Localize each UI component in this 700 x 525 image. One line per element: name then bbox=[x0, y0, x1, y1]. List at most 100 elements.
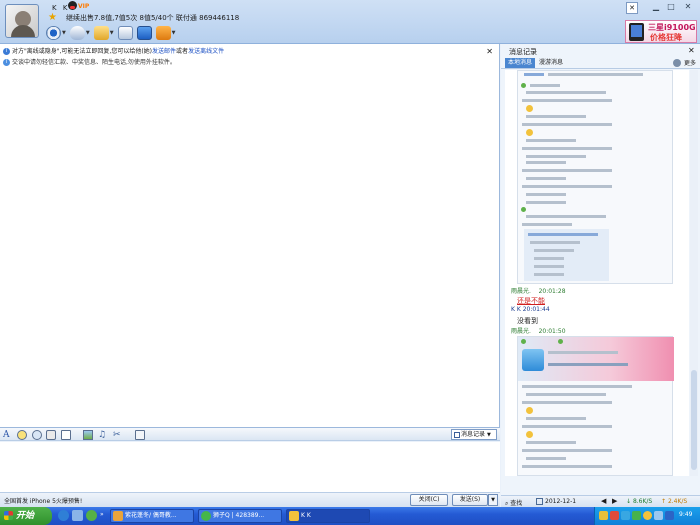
input-toolbar: A ♫ ✂ 消息记录 ▼ bbox=[0, 427, 500, 441]
history-message: 还是不能 bbox=[517, 297, 545, 305]
bottom-bar: 全国首发 iPhone 5火爆预售! 关闭(C) 发送(S) ▼ bbox=[0, 492, 500, 507]
send-options-icon[interactable]: ▼ bbox=[488, 494, 498, 506]
quicklaunch-more-icon[interactable]: » bbox=[100, 511, 104, 518]
start-button[interactable]: 开始 bbox=[0, 507, 52, 525]
close-button[interactable]: 关闭(C) bbox=[410, 494, 448, 506]
calendar-icon bbox=[536, 498, 543, 505]
folder-icon bbox=[113, 511, 123, 521]
handwriting-icon[interactable] bbox=[61, 430, 71, 440]
contact-avatar[interactable] bbox=[5, 4, 39, 38]
gear-icon[interactable] bbox=[673, 59, 681, 67]
show-desktop-icon[interactable] bbox=[72, 510, 83, 521]
app-box-button[interactable]: ▼ bbox=[155, 24, 175, 42]
chat-toolbar: ▼ ▼ ▼ ▼ bbox=[46, 24, 175, 42]
qq-chat-window: K K VIP ★ 继续出售7.8值,7值5次 8值5/40个 联付通 8694… bbox=[0, 0, 700, 507]
send-offline-file-link[interactable]: 发送离线文件 bbox=[188, 48, 224, 55]
maximize-icon[interactable]: □ bbox=[665, 2, 677, 13]
history-image[interactable] bbox=[517, 336, 674, 476]
more-icon[interactable] bbox=[135, 430, 145, 440]
info-icon: i bbox=[3, 48, 10, 55]
remote-assist-button[interactable] bbox=[117, 24, 133, 42]
browser-icon[interactable] bbox=[86, 510, 97, 521]
voice-icon bbox=[69, 26, 85, 40]
history-image[interactable] bbox=[517, 70, 673, 284]
windows-taskbar: 开始 » 紫花蓬冬/ 偶哥教... 狮子Q | 428389... K K 9:… bbox=[0, 507, 700, 525]
send-button[interactable]: 发送(S) bbox=[452, 494, 488, 506]
message-input[interactable] bbox=[0, 442, 500, 492]
history-button-label: 消息记录 bbox=[461, 431, 486, 438]
system-tray: 9:49 bbox=[594, 507, 700, 525]
phone-icon bbox=[629, 23, 644, 41]
tab-local-messages[interactable]: 本地消息 bbox=[505, 58, 535, 68]
history-scrollbar[interactable] bbox=[690, 70, 698, 476]
taskbar-item[interactable]: 狮子Q | 428389... bbox=[198, 509, 282, 523]
history-title: 消息记录 bbox=[509, 48, 537, 56]
browser-icon bbox=[201, 511, 211, 521]
screen-share-button[interactable] bbox=[136, 24, 152, 42]
magic-emoticon-icon[interactable] bbox=[32, 430, 42, 440]
app-box-icon bbox=[155, 26, 171, 40]
network-icon[interactable] bbox=[665, 511, 674, 520]
music-icon[interactable]: ♫ bbox=[98, 430, 108, 440]
send-email-link[interactable]: 发送邮件 bbox=[152, 48, 176, 55]
history-date-picker[interactable]: 2012-12-1 bbox=[536, 497, 594, 507]
ad-banner[interactable]: 三星i9100G 价格狂降 bbox=[625, 20, 697, 43]
tray-icon[interactable] bbox=[621, 511, 630, 520]
history-sender: 雨晨光. 20:01:28 bbox=[511, 288, 566, 295]
history-search-button[interactable]: ⌕ 查找 bbox=[505, 498, 522, 507]
history-message: 没看到 bbox=[517, 317, 538, 325]
qq-tray-icon[interactable] bbox=[643, 511, 652, 520]
ad-close-button[interactable]: ✕ bbox=[626, 2, 638, 14]
page-prev-icon[interactable]: ◀ bbox=[601, 497, 606, 505]
promo-link[interactable]: 全国首发 iPhone 5火爆预售! bbox=[4, 496, 82, 505]
contact-nickname[interactable]: K K bbox=[52, 4, 69, 12]
shake-icon[interactable] bbox=[46, 430, 56, 440]
vip-badge[interactable]: VIP bbox=[78, 3, 89, 10]
tray-icon[interactable] bbox=[599, 511, 608, 520]
remote-assist-icon bbox=[117, 26, 133, 40]
message-history-button[interactable]: 消息记录 ▼ bbox=[451, 429, 497, 440]
ie-icon[interactable] bbox=[58, 510, 69, 521]
message-display-area[interactable]: i 对方"离线或隐身",可能无法立即回复,您可以给他(她)发送邮件或者发送离线文件… bbox=[0, 44, 500, 427]
download-speed: ↓ 8.6K/S bbox=[626, 498, 653, 505]
history-list[interactable]: 雨晨光. 20:01:28 还是不能 K K 20:01:44 没看到 雨晨光.… bbox=[505, 70, 689, 476]
history-button-icon bbox=[454, 431, 460, 438]
tray-icon[interactable] bbox=[610, 511, 619, 520]
tab-roaming-messages[interactable]: 漫游消息 bbox=[539, 58, 563, 68]
taskbar-item-active[interactable]: K K bbox=[286, 509, 370, 523]
ad-subtitle: 价格狂降 bbox=[650, 33, 682, 42]
tray-icon[interactable] bbox=[632, 511, 641, 520]
info-icon: i bbox=[3, 59, 10, 66]
history-close-icon[interactable]: ✕ bbox=[688, 46, 695, 55]
minimize-icon[interactable]: ▁ bbox=[650, 2, 662, 13]
chat-header: K K VIP ★ 继续出售7.8值,7值5次 8值5/40个 联付通 8694… bbox=[0, 0, 700, 44]
video-icon bbox=[46, 26, 61, 40]
font-icon[interactable]: A bbox=[3, 430, 13, 440]
qq-penguin-icon bbox=[68, 1, 77, 10]
image-icon[interactable] bbox=[83, 430, 93, 440]
history-panel: 消息记录 ✕ 本地消息 漫游消息 更多 雨晨光. 20:01:28 还是不能 K… bbox=[501, 44, 700, 507]
voice-call-button[interactable]: ▼ bbox=[69, 24, 90, 42]
taskbar-item[interactable]: 紫花蓬冬/ 偶哥教... bbox=[110, 509, 194, 523]
file-transfer-button[interactable]: ▼ bbox=[93, 24, 114, 42]
close-icon[interactable]: ✕ bbox=[682, 2, 694, 13]
emoticon-icon[interactable] bbox=[17, 430, 27, 440]
page-next-icon[interactable]: ▶ bbox=[612, 497, 617, 505]
offline-notice-mid: 或者 bbox=[176, 48, 189, 55]
notice-close-icon[interactable]: ✕ bbox=[486, 47, 493, 56]
screenshot-icon[interactable]: ✂ bbox=[113, 430, 123, 440]
upload-speed: ↑ 2.4K/S bbox=[661, 498, 688, 505]
qq-icon bbox=[289, 511, 299, 521]
file-transfer-icon bbox=[93, 26, 109, 40]
more-button[interactable]: 更多 bbox=[684, 58, 696, 67]
video-call-button[interactable]: ▼ bbox=[46, 24, 66, 42]
contact-signature: 继续出售7.8值,7值5次 8值5/40个 联付通 869446118 bbox=[66, 14, 240, 22]
security-notice-text: 交谈中请勿轻信汇款、中奖信息、陌生电话,勿使用外挂软件。 bbox=[12, 59, 176, 66]
screen-share-icon bbox=[136, 26, 152, 40]
offline-notice: i 对方"离线或隐身",可能无法立即回复,您可以给他(她)发送邮件或者发送离线文件… bbox=[3, 46, 497, 56]
offline-notice-text: 对方"离线或隐身",可能无法立即回复,您可以给他(她) bbox=[12, 48, 153, 55]
search-icon: ⌕ bbox=[505, 500, 509, 507]
history-sender: 雨晨光. 20:01:50 bbox=[511, 328, 566, 335]
volume-icon[interactable] bbox=[654, 511, 663, 520]
clock[interactable]: 9:49 bbox=[679, 511, 692, 518]
